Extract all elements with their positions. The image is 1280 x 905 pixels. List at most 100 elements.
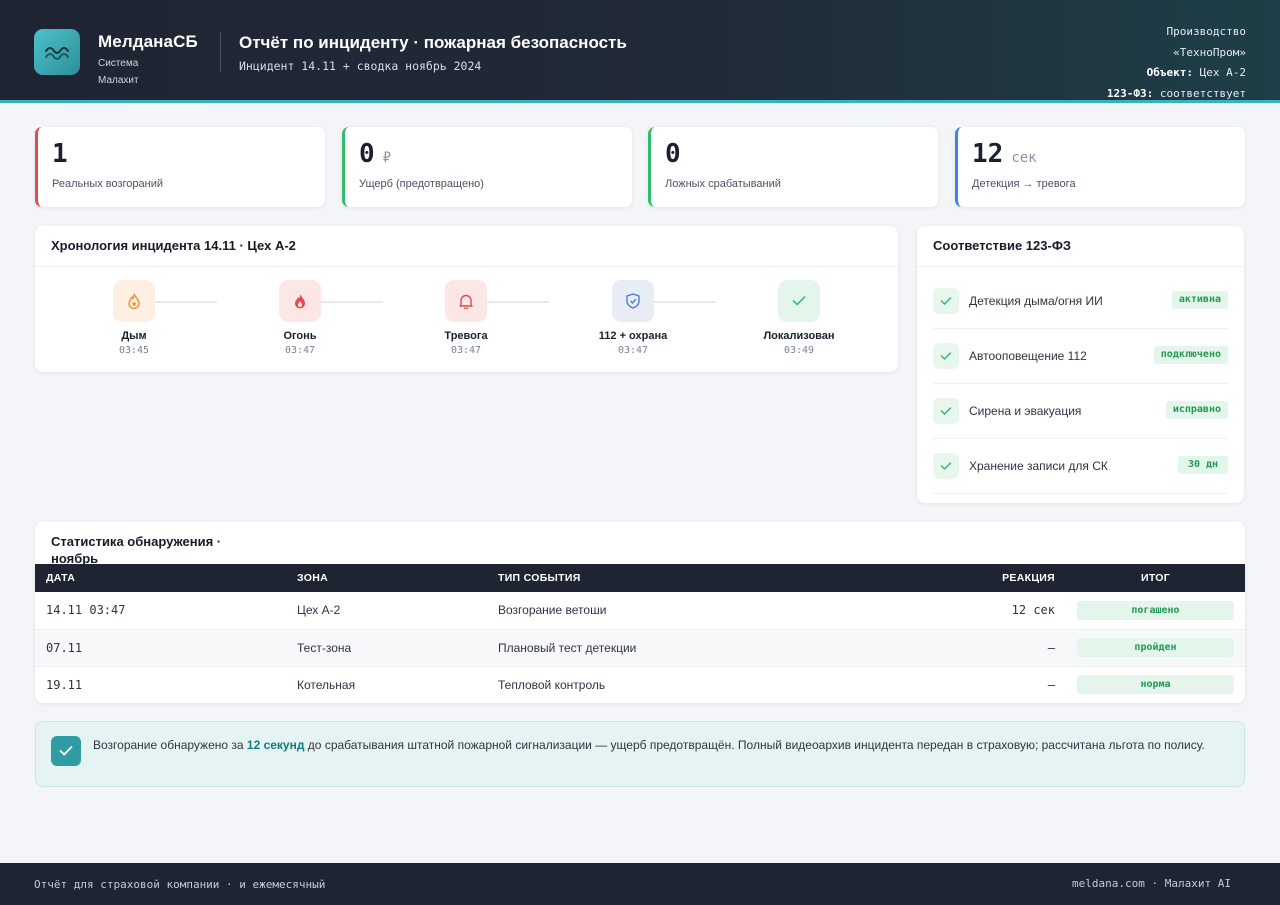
kpi-value: 0 ₽ — [359, 139, 391, 169]
object-label: Объект: — [1146, 66, 1194, 79]
column-header-result: ИТОГ — [1066, 564, 1245, 592]
result-badge: пройден — [1077, 638, 1234, 657]
table-header-row: ДАТА ЗОНА ТИП СОБЫТИЯ РЕАКЦИЯ ИТОГ — [35, 564, 1245, 592]
law-line: 123-ФЗ: соответствует — [1107, 84, 1246, 105]
kpi-label: Детекция → тревога — [972, 178, 1076, 190]
step-name: Дым — [121, 330, 147, 342]
kpi-value: 0 — [665, 139, 689, 169]
footer-left: Отчёт для страховой компании · и ежемеся… — [34, 878, 326, 891]
step-time: 03:49 — [783, 345, 815, 356]
kpi-label: Реальных возгораний — [52, 178, 164, 190]
step-name: Огонь — [283, 330, 317, 342]
client-name-line1: Производство — [1166, 25, 1246, 38]
note-text-after: до срабатывания штатной пожарной сигнали… — [304, 738, 1205, 752]
object-value: Цех А-2 — [1199, 66, 1246, 79]
timeline-title: Хронология инцидента 14.11 · Цех А-2 — [51, 238, 296, 253]
step-time: 03:47 — [284, 345, 316, 356]
check-badge-icon — [51, 736, 81, 766]
status-badge: подключено — [1153, 346, 1228, 364]
brand-logo — [34, 29, 80, 75]
object-line: Объект: Цех А-2 — [1107, 63, 1246, 84]
summary-note-text: Возгорание обнаружено за 12 секунд до ср… — [93, 735, 1214, 755]
kpi-label: Ущерб (предотвращено) — [359, 178, 484, 190]
column-header-zone: ЗОНА — [286, 564, 487, 592]
header-divider — [220, 32, 221, 72]
report-title-block: Отчёт по инциденту · пожарная безопаснос… — [239, 33, 627, 73]
timeline-step-smoke: Дым 03:45 — [64, 280, 204, 356]
kpi-card-false-alarms: 0 Ложных срабатываний — [648, 127, 938, 207]
kpi-label: Ложных срабатываний — [665, 178, 781, 190]
malachite-logo-icon — [45, 47, 69, 60]
check-icon — [933, 453, 959, 479]
status-badge: 30 дн — [1178, 456, 1228, 474]
kpi-number: 0 — [665, 139, 681, 169]
cell-result: пройден — [1066, 629, 1245, 667]
page-title: Отчёт по инциденту · пожарная безопаснос… — [239, 33, 627, 52]
report-header: МелданаСБ Система Малахит Отчёт по инцид… — [0, 0, 1280, 103]
step-time: 03:45 — [118, 345, 150, 356]
brand-name: МелданаСБ — [98, 32, 198, 51]
cell-zone: Тест-зона — [286, 629, 487, 667]
brand: МелданаСБ Система Малахит — [98, 32, 198, 89]
compliance-item: Автооповещение 112 подключено — [933, 329, 1228, 384]
cell-reaction: 12 сек — [890, 592, 1066, 630]
panel-divider — [917, 266, 1244, 267]
check-icon — [933, 288, 959, 314]
timeline-step-fire: Огонь 03:47 — [230, 280, 370, 356]
law-label: 123-ФЗ: — [1106, 86, 1154, 100]
kpi-number: 12 — [972, 139, 1004, 169]
client-name-line2: «ТехноПром» — [1173, 45, 1246, 59]
kpi-number: 0 — [359, 139, 375, 169]
result-badge: норма — [1077, 675, 1234, 694]
cell-reaction: — — [890, 629, 1066, 667]
stats-title: Статистика обнаружения · ноябрь — [51, 534, 222, 566]
check-icon — [778, 280, 820, 322]
column-header-type: ТИП СОБЫТИЯ — [487, 564, 890, 592]
cell-zone: Цех А-2 — [286, 592, 487, 630]
cell-date: 14.11 03:47 — [35, 592, 286, 630]
kpi-unit: ₽ — [382, 150, 392, 166]
compliance-item-label: Автооповещение 112 — [969, 349, 1087, 363]
compliance-item: Сирена и эвакуация исправно — [933, 384, 1228, 439]
check-icon — [933, 343, 959, 369]
compliance-item: Хранение записи для СК 30 дн — [933, 439, 1228, 494]
table-row: 14.11 03:47 Цех А-2 Возгорание ветоши 12… — [35, 592, 1245, 630]
note-text-before: Возгорание обнаружено за — [93, 738, 247, 752]
kpi-value: 12 сек — [972, 139, 1037, 169]
result-badge: погашено — [1077, 600, 1234, 620]
cell-date: 19.11 — [35, 666, 286, 703]
fire-icon — [279, 280, 321, 322]
timeline-step-alarm: Тревога 03:47 — [396, 280, 536, 356]
column-header-date: ДАТА — [35, 564, 286, 592]
shield-icon — [612, 280, 654, 322]
step-name: Тревога — [444, 330, 488, 342]
step-time: 03:47 — [450, 345, 482, 356]
compliance-panel: Соответствие 123-ФЗ Детекция дыма/огня И… — [917, 226, 1244, 503]
timeline-step-localized: Локализован 03:49 — [729, 280, 869, 356]
table-row: 19.11 Котельная Тепловой контроль — норм… — [35, 666, 1245, 703]
cell-reaction: — — [890, 666, 1066, 703]
summary-note: Возгорание обнаружено за 12 секунд до ср… — [35, 721, 1245, 787]
check-icon — [933, 398, 959, 424]
timeline-step-emergency: 112 + охрана 03:47 — [563, 280, 703, 356]
flame-outline-icon — [113, 280, 155, 322]
compliance-title: Соответствие 123-ФЗ — [933, 238, 1072, 253]
compliance-item: Детекция дыма/огня ИИ активна — [933, 274, 1228, 329]
timeline-panel: Хронология инцидента 14.11 · Цех А-2 Дым… — [35, 226, 898, 372]
panel-divider — [35, 266, 898, 267]
status-badge: исправно — [1165, 401, 1228, 419]
compliance-item-label: Детекция дыма/огня ИИ — [969, 294, 1103, 308]
kpi-unit: сек — [1011, 150, 1037, 166]
kpi-card-real-fires: 1 Реальных возгораний — [35, 127, 325, 207]
step-time: 03:47 — [617, 345, 649, 356]
compliance-item-label: Хранение записи для СК — [969, 459, 1108, 473]
cell-type: Возгорание ветоши — [487, 592, 890, 630]
step-name: 112 + охрана — [598, 330, 668, 342]
stats-panel: Статистика обнаружения · ноябрь ДАТА ЗОН… — [35, 522, 1245, 703]
kpi-card-detection-time: 12 сек Детекция → тревога — [955, 127, 1245, 207]
cell-result: норма — [1066, 666, 1245, 703]
header-meta: Производство «ТехноПром» Объект: Цех А-2… — [1107, 22, 1246, 104]
law-value: соответствует — [1159, 86, 1246, 100]
cell-result: погашено — [1066, 592, 1245, 630]
footer-right: meldana.com · Малахит AI — [1072, 877, 1231, 890]
